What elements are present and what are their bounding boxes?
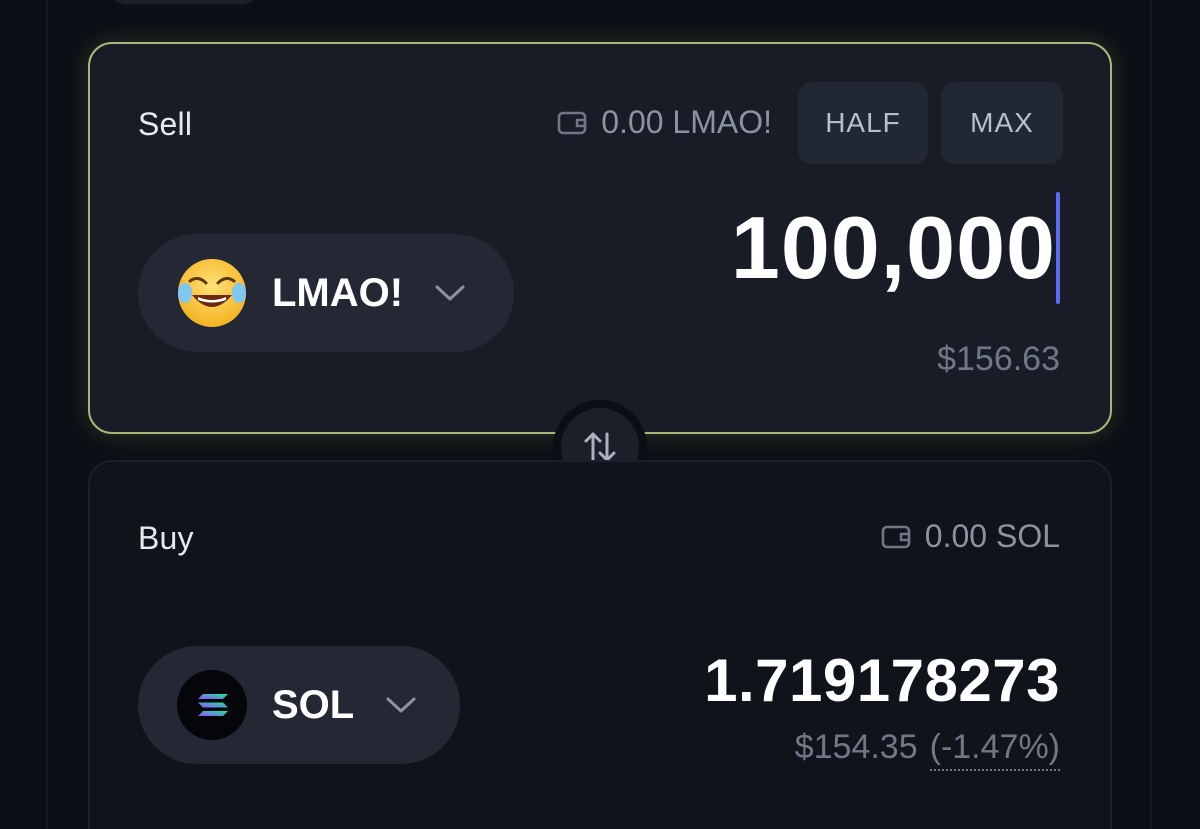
swap-widget: Sell 0.00 LMAO! HALF MAX LMAO! 100,000 $…	[0, 0, 1200, 829]
buy-card: Buy 0.00 SOL SOL 1.719178273 $154.35 (-1…	[88, 460, 1112, 829]
sell-label: Sell	[138, 106, 193, 142]
price-impact-change[interactable]: (-1.47%)	[929, 728, 1060, 771]
half-button[interactable]: HALF	[798, 82, 928, 164]
text-caret	[1056, 192, 1060, 304]
buy-balance: 0.00 SOL	[881, 518, 1060, 555]
laughing-face-emoji-icon	[178, 259, 246, 327]
top-tab-stub[interactable]	[108, 0, 260, 4]
solana-logo-icon	[177, 670, 247, 740]
chevron-down-icon	[435, 285, 465, 301]
wallet-icon	[557, 111, 587, 134]
sell-usd-value: $156.63	[937, 340, 1060, 378]
chevron-down-icon	[386, 697, 416, 713]
divider-right	[1150, 0, 1152, 829]
wallet-icon	[881, 525, 911, 548]
sell-amount-input[interactable]: 100,000	[731, 192, 1060, 304]
buy-label: Buy	[138, 520, 194, 556]
max-button[interactable]: MAX	[941, 82, 1063, 164]
buy-token-selector[interactable]: SOL	[138, 646, 460, 764]
buy-token-symbol: SOL	[272, 682, 355, 727]
sell-amount-value: 100,000	[730, 198, 1056, 297]
buy-usd-value: $154.35	[794, 728, 918, 766]
sell-token-symbol: LMAO!	[272, 270, 404, 315]
sell-balance: 0.00 LMAO!	[557, 104, 772, 141]
sell-token-selector[interactable]: LMAO!	[138, 234, 514, 352]
sell-card: Sell 0.00 LMAO! HALF MAX LMAO! 100,000 $…	[88, 42, 1112, 434]
divider-left	[46, 0, 48, 829]
sell-balance-value: 0.00 LMAO!	[601, 104, 772, 140]
buy-balance-value: 0.00 SOL	[924, 518, 1060, 554]
buy-amount-value: 1.719178273	[704, 647, 1060, 714]
buy-usd-row: $154.35 (-1.47%)	[795, 728, 1060, 771]
